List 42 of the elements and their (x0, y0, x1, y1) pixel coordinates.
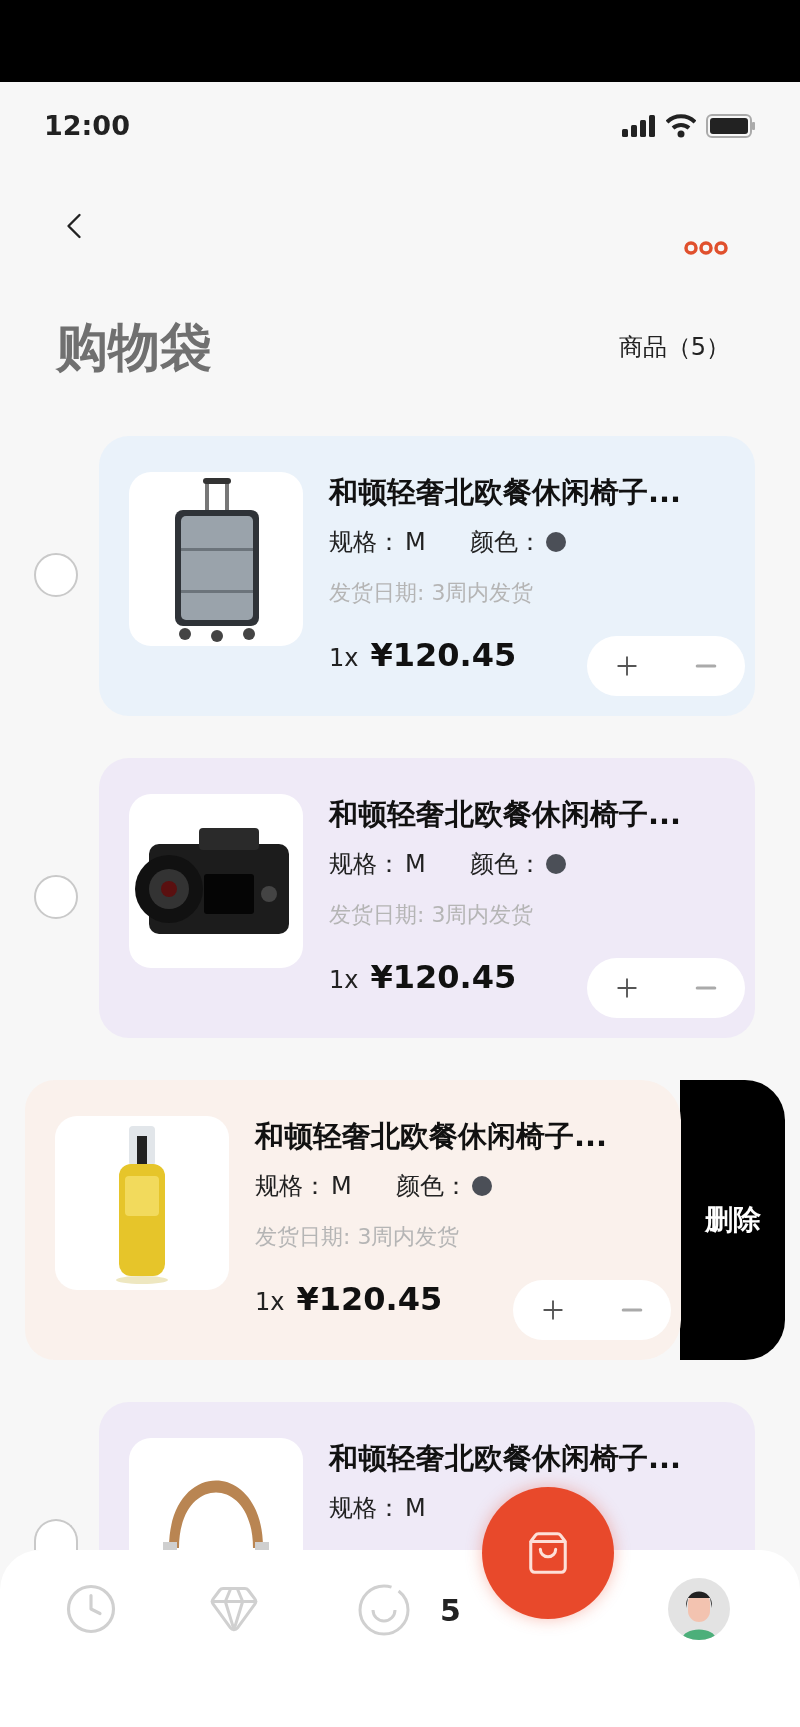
spec-value: M (405, 527, 426, 558)
battery-icon (706, 114, 756, 138)
product-card[interactable]: 和顿轻奢北欧餐休闲椅子... 规格： M 颜色： 发货日期: 3周内发货 1x ¥120.45 (99, 436, 755, 716)
quantity: 1x (255, 1287, 285, 1318)
product-card[interactable]: 和顿轻奢北欧餐休闲椅子... 规格： M (99, 1402, 755, 1550)
color-label: 颜色： (395, 1171, 468, 1202)
quantity: 1x (329, 643, 359, 674)
smile-icon[interactable] (356, 1582, 412, 1638)
price: ¥120.45 (370, 957, 517, 998)
spec-value: M (405, 1493, 426, 1524)
price: ¥120.45 (370, 635, 517, 676)
product-title: 和顿轻奢北欧餐休闲椅子... (329, 796, 683, 833)
select-radio[interactable] (34, 553, 78, 597)
delivery-date: 发货日期: 3周内发货 (255, 1223, 461, 1251)
spec-label: 规格： (329, 1493, 401, 1524)
select-radio[interactable] (34, 875, 78, 919)
more-icon[interactable] (684, 241, 728, 255)
signal-icon (622, 115, 656, 137)
delivery-date: 发货日期: 3周内发货 (329, 901, 535, 929)
color-label: 颜色： (469, 849, 542, 880)
product-title: 和顿轻奢北欧餐休闲椅子... (255, 1118, 609, 1155)
spec-label: 规格： (329, 527, 401, 558)
product-card[interactable]: 和顿轻奢北欧餐休闲椅子... 规格： M 颜色： 发货日期: 3周内发货 1x ¥120.45 (99, 758, 755, 1038)
delete-button[interactable]: 删除 (680, 1080, 785, 1360)
delivery-date: 发货日期: 3周内发货 (329, 579, 535, 607)
quantity: 1x (329, 965, 359, 996)
page-title: 购物袋 (56, 316, 212, 379)
select-radio[interactable] (34, 1519, 78, 1550)
product-title: 和顿轻奢北欧餐休闲椅子... (329, 474, 683, 511)
spec-value: M (405, 849, 426, 880)
spec-value: M (331, 1171, 352, 1202)
color-label: 颜色： (469, 527, 542, 558)
item-count: 商品（5） (618, 332, 730, 363)
spec-label: 规格： (255, 1171, 327, 1202)
clock-icon[interactable] (64, 1582, 118, 1636)
wifi-icon (666, 114, 696, 138)
status-time: 12:00 (44, 108, 130, 143)
product-title: 和顿轻奢北欧餐休闲椅子... (329, 1440, 683, 1477)
product-card[interactable]: 和顿轻奢北欧餐休闲椅子... 规格： M 颜色： 发货日期: 3周内发货 1x ¥120.45 (25, 1080, 681, 1360)
spec-label: 规格： (329, 849, 401, 880)
cart-count: 5 (440, 1592, 461, 1630)
price: ¥120.45 (296, 1279, 443, 1320)
